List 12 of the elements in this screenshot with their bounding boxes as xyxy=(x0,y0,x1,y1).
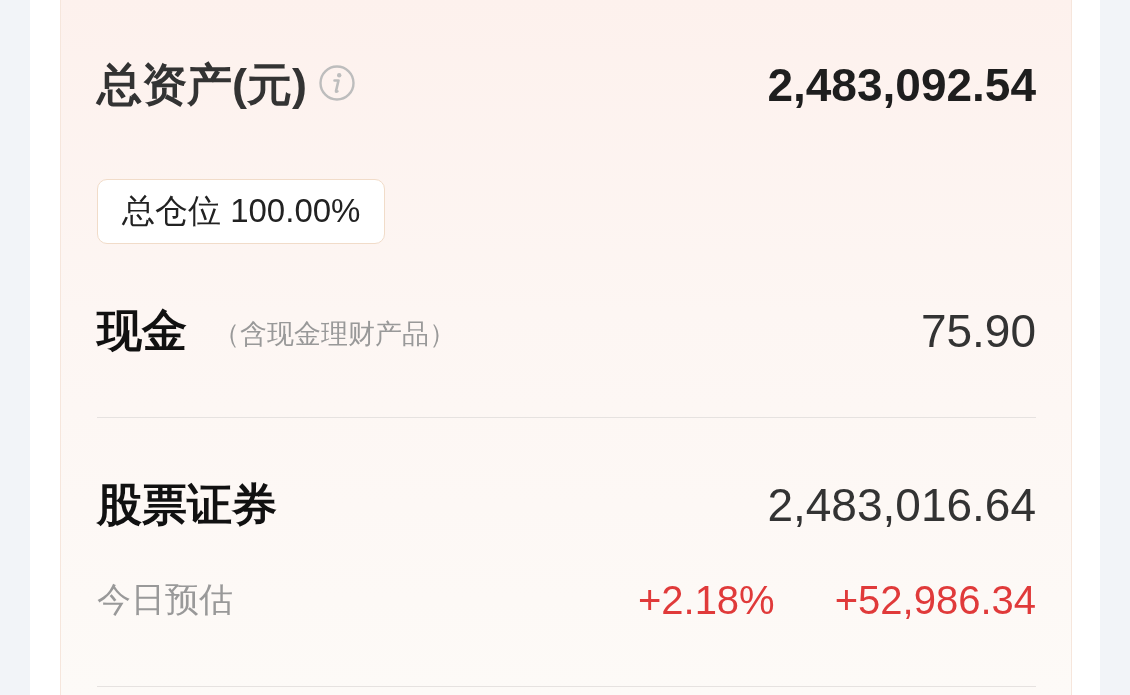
section-title: 股票证券 xyxy=(97,478,277,532)
section-title: 现金 xyxy=(97,304,187,358)
info-icon[interactable] xyxy=(319,65,355,101)
position-badge: 总仓位 100.00% xyxy=(97,179,386,244)
estimate-percent: +2.18% xyxy=(637,577,775,623)
total-assets-label: 总资产(元) xyxy=(97,58,307,112)
section-value: 2,483,016.64 xyxy=(767,478,1036,533)
section-value: 75.90 xyxy=(920,304,1036,359)
estimate-label: 今日预估 xyxy=(97,579,233,620)
section-note: （含现金理财产品） xyxy=(213,318,456,351)
estimate-amount: +52,986.34 xyxy=(834,577,1036,623)
total-assets-value: 2,483,092.54 xyxy=(767,58,1036,113)
